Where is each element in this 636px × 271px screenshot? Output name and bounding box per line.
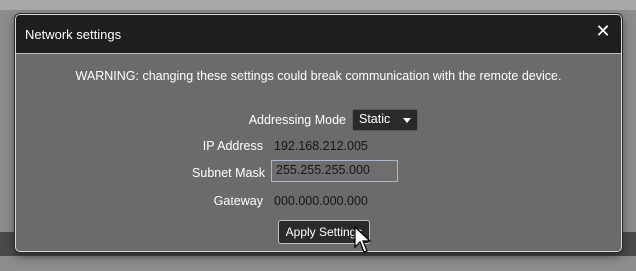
pointer-cursor-icon [354,226,372,253]
background-bar-top [0,0,636,10]
warning-message: WARNING: changing these settings could b… [75,69,562,83]
subnet-mask-label: Subnet Mask [192,166,265,180]
dialog-title: Network settings [25,27,122,42]
background-footer [0,256,636,271]
dialog-body: WARNING: changing these settings could b… [16,54,621,251]
ip-address-label: IP Address [202,139,263,153]
addressing-mode-label: Addressing Mode [248,113,346,127]
close-icon[interactable]: ✕ [594,23,612,41]
subnet-mask-row: Subnet Mask [16,162,265,184]
network-settings-dialog: Network settings ✕ WARNING: changing the… [15,14,622,252]
addressing-mode-value: Static [359,112,391,126]
gateway-label: Gateway [213,194,263,208]
subnet-mask-value: 255.255.255.000 [276,163,370,177]
gateway-value[interactable]: 000.000.000.000 [274,194,368,208]
ip-address-row: IP Address [16,135,263,157]
ip-address-value[interactable]: 192.168.212.005 [274,139,368,153]
chevron-down-icon [403,118,411,123]
addressing-mode-select[interactable]: Static [352,109,418,131]
subnet-mask-input[interactable]: 255.255.255.000 [271,160,398,182]
dialog-titlebar: Network settings ✕ [16,15,621,54]
addressing-mode-row: Addressing Mode [16,109,346,131]
gateway-row: Gateway [16,190,263,212]
